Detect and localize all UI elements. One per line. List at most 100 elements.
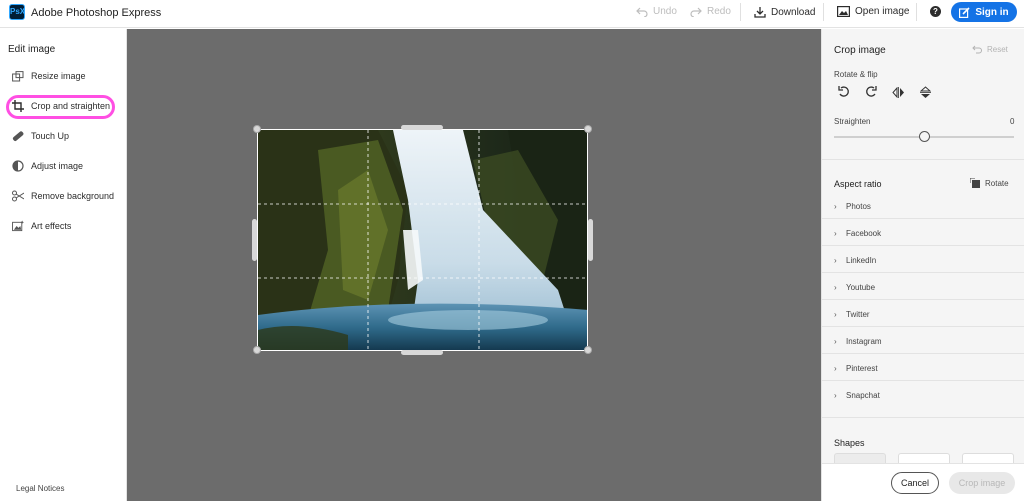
sidebar-item-remove-background[interactable]: Remove background: [12, 187, 114, 205]
aspect-ratio-title: Aspect ratio: [834, 179, 882, 189]
sidebar-item-crop[interactable]: Crop and straighten: [12, 97, 110, 115]
toolbar-divider: [916, 3, 917, 21]
toolbar-divider: [823, 3, 824, 21]
chevron-right-icon: ›: [834, 228, 837, 238]
panel-title: Crop image: [834, 45, 886, 56]
rotate-left-icon[interactable]: [837, 85, 851, 99]
aspect-item-label: Facebook: [846, 228, 882, 238]
rotate-flip-label: Rotate & flip: [834, 70, 878, 79]
sidebar-item-label: Art effects: [31, 221, 72, 231]
crop-handle-left[interactable]: [252, 219, 257, 261]
download-button[interactable]: Download: [754, 6, 815, 18]
chevron-right-icon: ›: [834, 309, 837, 319]
top-bar: PsX Adobe Photoshop Express Undo Redo Do…: [0, 0, 1024, 28]
shape-option[interactable]: [898, 453, 950, 463]
sidebar-item-touch-up[interactable]: Touch Up: [12, 127, 69, 145]
image-icon: [837, 6, 850, 17]
straighten-slider-thumb[interactable]: [919, 131, 930, 142]
edit-icon: [959, 6, 970, 18]
aspect-item-label: Snapchat: [846, 390, 880, 400]
crop-panel: Crop image Reset Rotate & flip Straighte…: [821, 29, 1024, 501]
flip-horizontal-icon[interactable]: [891, 85, 905, 99]
redo-label: Redo: [707, 6, 731, 17]
item-divider: [822, 272, 1024, 273]
item-divider: [822, 326, 1024, 327]
reset-label: Reset: [987, 45, 1008, 54]
chevron-right-icon: ›: [834, 201, 837, 211]
crop-icon: [12, 100, 24, 112]
aspect-item-label: LinkedIn: [846, 255, 877, 265]
undo-button[interactable]: Undo: [636, 6, 677, 17]
left-sidebar: Edit image Resize image Crop and straigh…: [0, 29, 127, 501]
crop-image-button[interactable]: Crop image: [949, 472, 1015, 494]
legal-notices-link[interactable]: Legal Notices: [16, 484, 64, 493]
aspect-rotate-button[interactable]: Rotate: [970, 178, 1009, 188]
crop-handle-bottom[interactable]: [401, 350, 443, 355]
sidebar-item-adjust[interactable]: Adjust image: [12, 157, 83, 175]
rotate-aspect-icon: [970, 178, 980, 188]
download-icon: [754, 7, 766, 18]
shapes-title: Shapes: [834, 438, 865, 448]
sign-in-button[interactable]: Sign in: [951, 2, 1017, 22]
aspect-item-label: Instagram: [846, 336, 882, 346]
sidebar-item-resize[interactable]: Resize image: [12, 67, 86, 85]
aspect-item-facebook[interactable]: › Facebook: [834, 227, 881, 239]
aspect-item-linkedin[interactable]: › LinkedIn: [834, 254, 876, 266]
redo-icon: [690, 7, 702, 17]
crop-handle-bottom-right[interactable]: [584, 346, 592, 354]
open-image-button[interactable]: Open image: [837, 6, 909, 17]
sidebar-title: Edit image: [8, 44, 56, 55]
sidebar-item-label: Remove background: [31, 191, 115, 201]
panel-actions: Cancel Crop image: [822, 463, 1024, 501]
grid-overlay: [258, 130, 587, 350]
flip-vertical-icon[interactable]: [918, 85, 932, 99]
aspect-item-twitter[interactable]: › Twitter: [834, 308, 870, 320]
aspect-item-youtube[interactable]: › Youtube: [834, 281, 875, 293]
crop-handle-top-right[interactable]: [584, 125, 592, 133]
section-divider: [822, 417, 1024, 418]
sign-in-label: Sign in: [975, 6, 1009, 18]
help-icon[interactable]: ?: [930, 6, 941, 17]
art-effects-icon: [12, 220, 24, 232]
aspect-item-label: Youtube: [846, 282, 876, 292]
sidebar-item-art-effects[interactable]: Art effects: [12, 217, 71, 235]
sidebar-item-label: Resize image: [31, 71, 86, 81]
item-divider: [822, 218, 1024, 219]
item-divider: [822, 353, 1024, 354]
crop-handle-bottom-left[interactable]: [253, 346, 261, 354]
crop-handle-top-left[interactable]: [253, 125, 261, 133]
sidebar-item-label: Touch Up: [31, 131, 70, 141]
rotate-right-icon[interactable]: [864, 85, 878, 99]
aspect-item-label: Photos: [846, 201, 871, 211]
aspect-rotate-label: Rotate: [985, 178, 1009, 188]
scissors-icon: [12, 190, 24, 202]
aspect-item-snapchat[interactable]: › Snapchat: [834, 389, 880, 401]
chevron-right-icon: ›: [834, 336, 837, 346]
aspect-item-photos[interactable]: › Photos: [834, 200, 871, 212]
reset-icon: [972, 45, 982, 54]
waterfall-photo[interactable]: [257, 129, 588, 351]
toolbar-divider: [740, 3, 741, 21]
app-logo: PsX: [9, 4, 25, 20]
bandage-icon: [12, 130, 24, 142]
reset-button[interactable]: Reset: [972, 45, 1008, 54]
open-image-label: Open image: [855, 6, 910, 17]
shape-option[interactable]: [962, 453, 1014, 463]
image-canvas: [127, 29, 821, 501]
shape-option[interactable]: [834, 453, 886, 463]
redo-button[interactable]: Redo: [690, 6, 731, 17]
sidebar-item-label: Adjust image: [31, 161, 84, 171]
cancel-button[interactable]: Cancel: [891, 472, 939, 494]
chevron-right-icon: ›: [834, 363, 837, 373]
crop-handle-right[interactable]: [588, 219, 593, 261]
straighten-label: Straighten: [834, 117, 871, 126]
crop-handle-top[interactable]: [401, 125, 443, 130]
aspect-item-pinterest[interactable]: › Pinterest: [834, 362, 878, 374]
undo-label: Undo: [653, 6, 677, 17]
item-divider: [822, 245, 1024, 246]
aspect-item-label: Twitter: [846, 309, 870, 319]
undo-icon: [636, 7, 648, 17]
aspect-item-instagram[interactable]: › Instagram: [834, 335, 882, 347]
app-title: Adobe Photoshop Express: [31, 7, 162, 19]
resize-icon: [12, 70, 24, 82]
